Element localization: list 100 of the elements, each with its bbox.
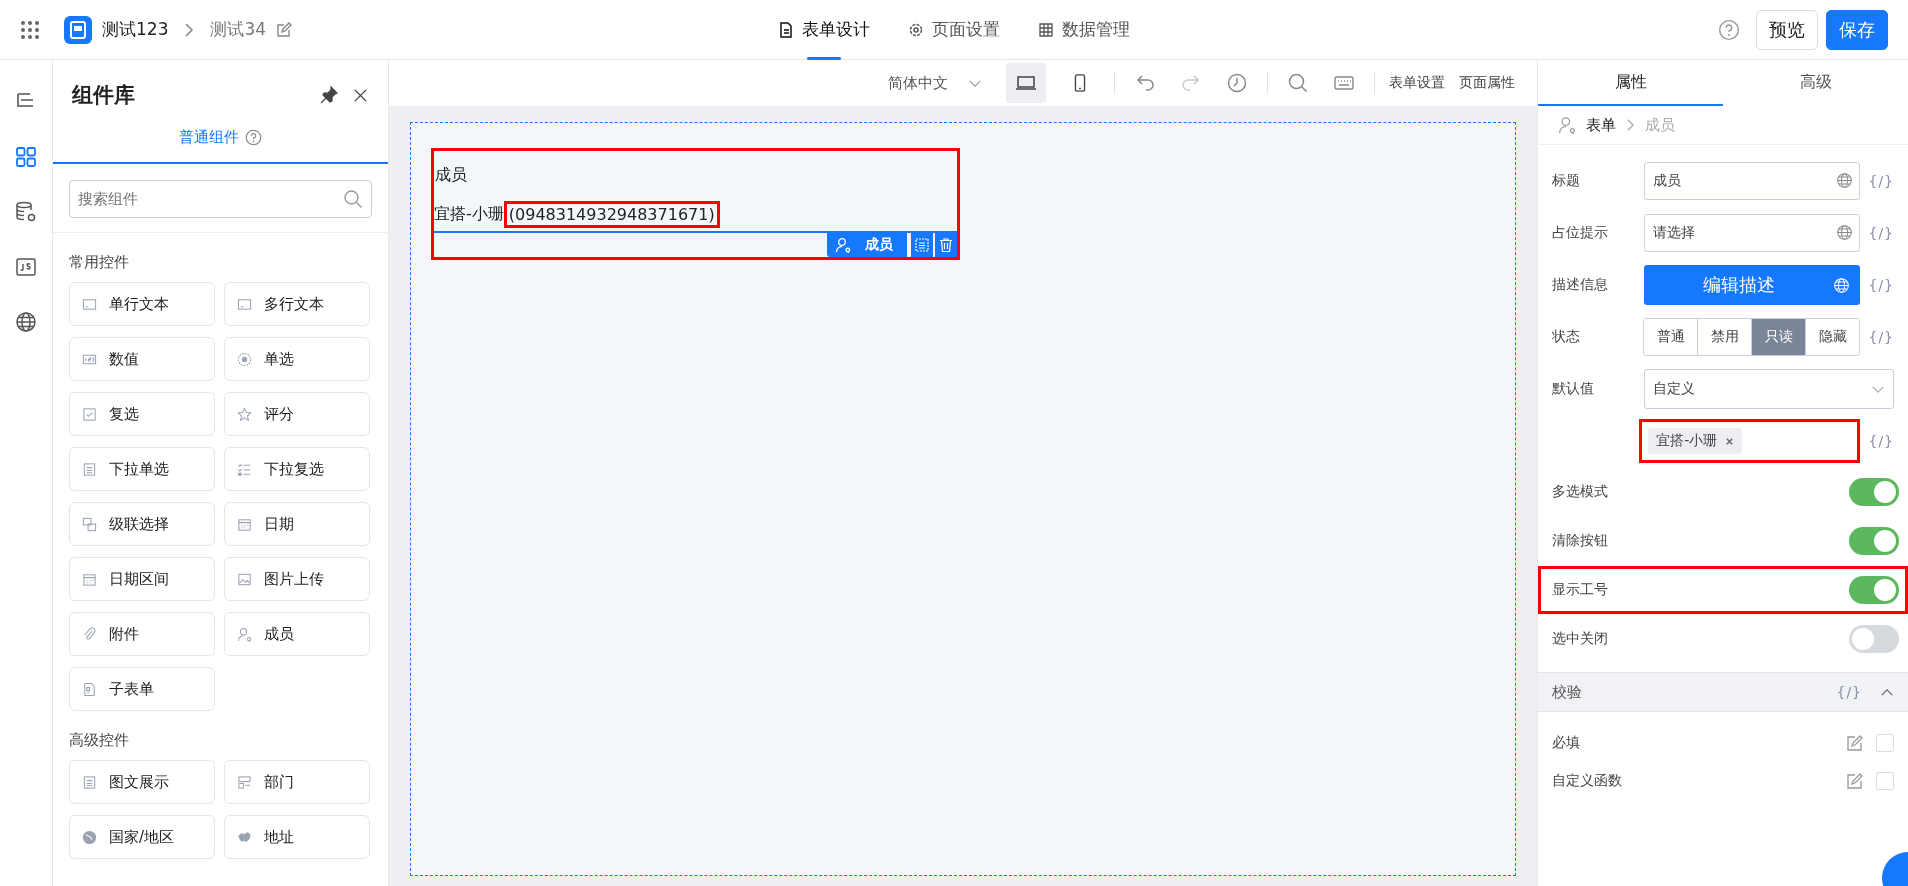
status-option[interactable]: 只读 xyxy=(1751,319,1806,355)
calendar-icon xyxy=(82,571,97,587)
app-title: 测试123 xyxy=(102,18,169,41)
user-icon xyxy=(1558,116,1576,134)
property-label: 多选模式 xyxy=(1552,483,1608,501)
document-icon xyxy=(82,681,97,697)
component-item[interactable]: 单选 xyxy=(224,337,370,381)
edit-description-button[interactable]: 编辑描述 xyxy=(1643,265,1861,305)
property-label: 显示工号 xyxy=(1552,581,1608,599)
component-item[interactable]: 下拉复选 xyxy=(224,447,370,491)
database-icon[interactable] xyxy=(14,200,38,224)
component-item[interactable]: 级联选择 xyxy=(69,502,215,546)
toolbar-link[interactable]: 页面属性 xyxy=(1459,74,1515,92)
image-icon xyxy=(237,571,252,587)
group-heading: 高级控件 xyxy=(69,731,130,750)
component-item[interactable]: 地址 xyxy=(224,815,370,859)
globe-icon[interactable] xyxy=(1836,172,1854,189)
component-item[interactable]: 评分 xyxy=(224,392,370,436)
component-item[interactable]: 日期区间 xyxy=(69,557,215,601)
text-field[interactable]: 请选择 xyxy=(1643,214,1861,252)
component-item[interactable]: 日期 xyxy=(224,502,370,546)
panel-tab[interactable]: 高级 xyxy=(1723,60,1908,106)
edit-icon[interactable] xyxy=(276,21,293,38)
component-item[interactable]: 部门 xyxy=(224,760,370,804)
chevron-right-icon xyxy=(184,21,195,38)
chevron-down-icon xyxy=(968,78,982,88)
copy-icon xyxy=(914,237,930,253)
page-title: 测试34 xyxy=(210,18,267,41)
edit-icon[interactable] xyxy=(1846,772,1864,790)
desktop-view-button[interactable] xyxy=(1006,63,1046,103)
member-field[interactable]: 成员 宜搭-小珊 (0948314932948371671) 成员 xyxy=(431,148,960,260)
toggle-switch[interactable] xyxy=(1849,576,1899,604)
history-icon[interactable] xyxy=(1226,72,1248,94)
component-item[interactable]: 数值 xyxy=(69,337,215,381)
field-label: 成员 xyxy=(434,164,468,186)
help-icon[interactable] xyxy=(1718,18,1740,41)
component-item[interactable]: 子表单 xyxy=(69,667,215,711)
rule-label: 必填 xyxy=(1552,734,1580,752)
preview-button[interactable]: 预览 xyxy=(1756,9,1818,50)
component-item[interactable]: 国家/地区 xyxy=(69,815,215,859)
employee-id: (0948314932948371671) xyxy=(503,201,720,228)
component-item[interactable]: 下拉单选 xyxy=(69,447,215,491)
toolbar-link[interactable]: 表单设置 xyxy=(1389,74,1445,92)
component-item[interactable]: 复选 xyxy=(69,392,215,436)
component-item[interactable]: 成员 xyxy=(224,612,370,656)
globe-icon[interactable] xyxy=(14,310,38,334)
text-field[interactable]: 成员 xyxy=(1643,162,1861,200)
help-icon[interactable] xyxy=(245,128,262,146)
breadcrumb-link[interactable]: 表单 xyxy=(1586,115,1616,135)
globe-icon xyxy=(82,829,97,845)
component-item[interactable]: 附件 xyxy=(69,612,215,656)
table-icon xyxy=(1038,21,1054,38)
search-icon[interactable] xyxy=(343,189,363,209)
delete-button[interactable] xyxy=(935,233,957,257)
language-select[interactable]: 简体中文 xyxy=(888,73,982,93)
member-select-field[interactable]: 宜搭-小珊 xyxy=(1639,419,1861,463)
collapse-icon[interactable] xyxy=(1880,687,1894,697)
copy-button[interactable] xyxy=(911,233,933,257)
chevron-down-icon xyxy=(1871,384,1885,394)
default-value-select[interactable]: 自定义 xyxy=(1643,369,1894,409)
save-button[interactable]: 保存 xyxy=(1826,9,1888,50)
toggle-switch[interactable] xyxy=(1849,478,1899,506)
component-item[interactable]: 图片上传 xyxy=(224,557,370,601)
pin-icon[interactable] xyxy=(319,85,339,105)
toggle-switch[interactable] xyxy=(1849,625,1899,653)
components-icon[interactable] xyxy=(14,145,38,169)
property-label: 描述信息 xyxy=(1552,276,1609,294)
status-option[interactable]: 隐藏 xyxy=(1805,319,1860,355)
undo-icon[interactable] xyxy=(1134,72,1156,94)
globe-icon[interactable] xyxy=(1836,224,1854,241)
component-item[interactable]: 图文展示 xyxy=(69,760,215,804)
section-title: 校验 xyxy=(1552,682,1582,702)
component-item[interactable]: 单行文本 xyxy=(69,282,215,326)
checklist-icon xyxy=(237,461,252,477)
search-field[interactable]: 搜索组件 xyxy=(69,180,372,218)
nav-tab[interactable]: 数据管理 xyxy=(1038,0,1130,59)
edit-icon[interactable] xyxy=(1846,734,1864,752)
search-icon[interactable] xyxy=(1287,72,1309,94)
property-label: 标题 xyxy=(1552,172,1581,190)
nav-tab[interactable]: 表单设计 xyxy=(778,0,870,59)
script-icon[interactable] xyxy=(14,255,38,279)
panel-tab[interactable]: 属性 xyxy=(1538,60,1723,106)
nav-tab[interactable]: 页面设置 xyxy=(908,0,1000,59)
text-field-icon xyxy=(237,296,252,312)
close-icon[interactable] xyxy=(353,87,368,103)
toggle-switch[interactable] xyxy=(1849,527,1899,555)
checkbox[interactable] xyxy=(1876,772,1894,790)
globe-icon xyxy=(1833,276,1851,294)
remove-icon[interactable] xyxy=(1725,436,1735,446)
checkbox[interactable] xyxy=(1876,734,1894,752)
group-heading: 常用控件 xyxy=(69,253,130,272)
star-icon xyxy=(237,406,252,422)
user-icon xyxy=(237,626,252,642)
article-icon xyxy=(82,774,97,790)
apps-grid-icon[interactable] xyxy=(20,19,40,40)
property-label: 清除按钮 xyxy=(1552,532,1608,550)
library-tab[interactable]: 普通组件 xyxy=(179,127,239,147)
component-item[interactable]: 多行文本 xyxy=(224,282,370,326)
trash-icon xyxy=(938,237,954,253)
list-icon xyxy=(82,461,97,477)
